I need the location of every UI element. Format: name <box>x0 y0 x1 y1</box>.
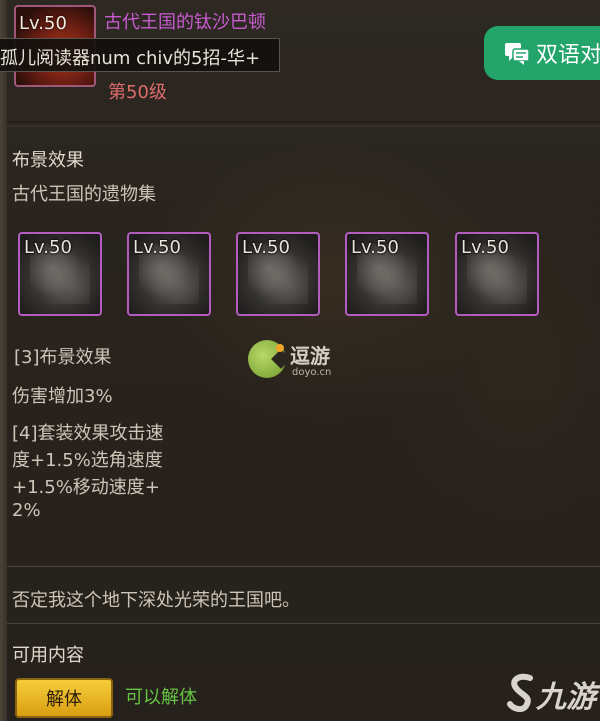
panel-left-border <box>0 0 7 721</box>
disassemble-label: 解体 <box>46 689 82 710</box>
watermark: 逗游 doyo.cn <box>248 340 358 384</box>
watermark-cn: 逗游 <box>290 344 330 368</box>
item-name: 古代王国的钛沙巴顿 <box>104 12 266 33</box>
lore-text: 否定我这个地下深处光荣的王国吧。 <box>12 590 300 611</box>
bonus4-line-2: 度+1.5%选角速度 <box>12 450 163 471</box>
slot-level: Lv.50 <box>461 237 509 258</box>
bonus3-text: 伤害增加3% <box>12 386 113 407</box>
bonus4-line-4: 2% <box>12 500 41 521</box>
set-slot-1[interactable]: Lv.50 <box>18 232 102 316</box>
slot-level: Lv.50 <box>242 237 290 258</box>
disassemble-button[interactable]: 解体 <box>15 678 113 718</box>
overlay-text: 孤儿阅读器num chiv的5招-华+ <box>0 48 261 69</box>
brand-logo: 九游 <box>506 668 600 715</box>
set-effect-title: 布景效果 <box>12 150 84 171</box>
brand-text: 九游 <box>536 680 596 715</box>
watermark-en: doyo.cn <box>292 367 332 378</box>
avatar-level: Lv.50 <box>19 13 67 34</box>
item-level: 第50级 <box>108 82 167 103</box>
set-slot-5[interactable]: Lv.50 <box>455 232 539 316</box>
slot-level: Lv.50 <box>133 237 181 258</box>
brand-s-icon <box>507 673 533 712</box>
bilingual-label: 双语对 <box>536 43 600 68</box>
bonus3-title: [3]布景效果 <box>14 347 112 368</box>
slot-level: Lv.50 <box>24 237 72 258</box>
available-title: 可用内容 <box>12 645 84 666</box>
disassemble-status: 可以解体 <box>125 687 197 708</box>
available-divider <box>7 623 600 624</box>
set-slot-3[interactable]: Lv.50 <box>236 232 320 316</box>
set-name: 古代王国的遗物集 <box>12 184 156 205</box>
lore-divider <box>7 566 600 567</box>
bilingual-button[interactable]: 双语对 <box>484 26 600 80</box>
set-slot-4[interactable]: Lv.50 <box>345 232 429 316</box>
set-slot-2[interactable]: Lv.50 <box>127 232 211 316</box>
bonus4-line-1: [4]套装效果攻击速 <box>12 423 164 444</box>
header-divider <box>7 121 600 127</box>
chat-icon <box>505 43 530 65</box>
watermark-logo-dot <box>276 344 284 352</box>
bonus4-line-3: +1.5%移动速度+ <box>12 477 160 498</box>
slot-level: Lv.50 <box>351 237 399 258</box>
